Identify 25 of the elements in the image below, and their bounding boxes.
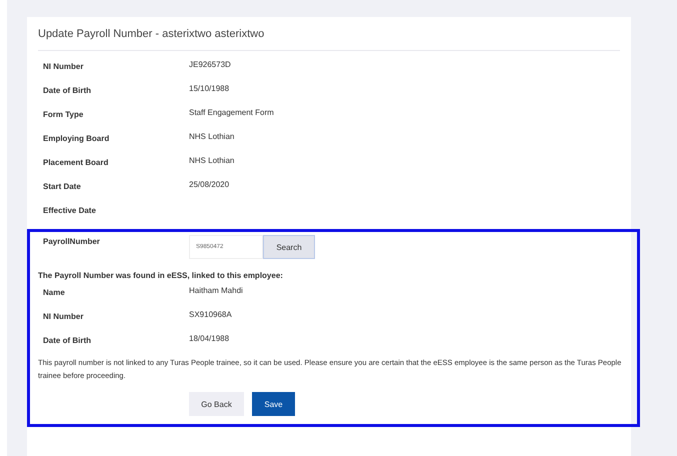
found-message: The Payroll Number was found in eESS, linked to this employee:	[38, 270, 284, 282]
field-value: 18/04/1988	[189, 334, 230, 343]
field-value: Staff Engagement Form	[189, 108, 274, 117]
save-button[interactable]: Save	[252, 392, 295, 416]
form-title: Update Payroll Number - asterixtwo asterixtwo	[38, 27, 266, 42]
field-label: NI Number	[43, 312, 84, 321]
field-label: Effective Date	[43, 206, 97, 215]
field-label: Name	[43, 288, 66, 297]
field-label: Form Type	[43, 110, 84, 119]
field-value: NHS Lothian	[189, 156, 234, 165]
field-value: 25/08/2020	[189, 180, 230, 189]
field-label: Date of Birth	[43, 336, 92, 345]
field-value: 15/10/1988	[189, 84, 230, 93]
field-value: Haitham Mahdi	[189, 286, 243, 295]
search-button[interactable]: Search	[263, 235, 315, 259]
field-label: NI Number	[43, 62, 84, 71]
field-value: JE926573D	[189, 60, 231, 69]
field-label: Placement Board	[43, 158, 110, 167]
field-label: PayrollNumber	[43, 237, 101, 248]
field-label: Start Date	[43, 182, 82, 191]
go-back-button[interactable]: Go Back	[189, 392, 244, 416]
field-value: NHS Lothian	[189, 132, 234, 141]
field-label: Date of Birth	[43, 86, 92, 95]
field-value: SX910968A	[189, 310, 232, 319]
field-label: Employing Board	[43, 134, 110, 143]
